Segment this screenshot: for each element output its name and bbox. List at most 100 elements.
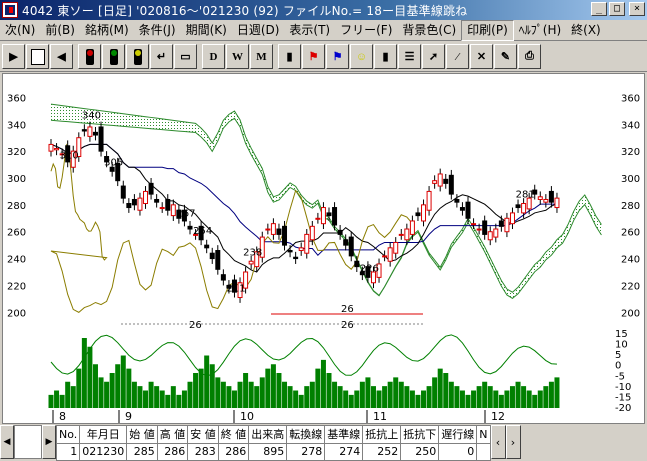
grid-cell-6: 895 bbox=[248, 442, 288, 461]
price-tick-right: 340 bbox=[621, 120, 640, 131]
candle-body bbox=[415, 212, 421, 217]
smiley-icon[interactable]: ☺ bbox=[350, 44, 373, 69]
scroll-icon[interactable]: ▭ bbox=[174, 44, 197, 69]
volume-bar bbox=[226, 386, 232, 408]
signal-yellow-icon[interactable] bbox=[126, 44, 149, 69]
menu-item-10[interactable]: ﾍﾙﾌﾟ(H) bbox=[514, 21, 566, 40]
blue-flag-icon[interactable]: ⚑ bbox=[326, 44, 349, 69]
menu-item-0[interactable]: 次(N) bbox=[0, 21, 40, 40]
grid-cell-7: 278 bbox=[286, 442, 326, 461]
menu-item-7[interactable]: フリー(F) bbox=[335, 21, 397, 40]
candle-body bbox=[443, 178, 449, 184]
trend-arrow-icon[interactable]: ➚ bbox=[422, 44, 445, 69]
candle-body bbox=[387, 247, 393, 262]
candle-body bbox=[98, 126, 104, 152]
volume-tick: 10 bbox=[615, 340, 628, 351]
candle-body bbox=[270, 223, 276, 235]
span-label: 26 bbox=[341, 304, 354, 315]
candle-body bbox=[92, 131, 98, 136]
volume-bar bbox=[487, 386, 493, 408]
menu-item-1[interactable]: 前(B) bbox=[40, 21, 80, 40]
price-tick-left: 200 bbox=[7, 308, 26, 319]
volume-bar bbox=[476, 386, 482, 408]
candle-body bbox=[459, 207, 465, 211]
play-icon[interactable]: ▶ bbox=[2, 44, 25, 69]
close-button[interactable]: × bbox=[629, 2, 645, 16]
candle-icon[interactable]: ▮ bbox=[374, 44, 397, 69]
volume-bar bbox=[270, 364, 276, 408]
chart-area[interactable]: 360 360 340 340 320 320 300 300 280 280 260 260 240 2… bbox=[2, 73, 645, 424]
blank-page-icon[interactable] bbox=[26, 44, 49, 69]
price-annotation: 226 bbox=[360, 263, 379, 274]
app-icon[interactable] bbox=[2, 2, 18, 18]
candle-body bbox=[87, 126, 93, 137]
signal-red-icon[interactable] bbox=[78, 44, 101, 69]
volume-bar bbox=[298, 394, 304, 408]
window-title: 4042 東ソー [日足] '020816～'021230 (92) ファイルN… bbox=[22, 3, 468, 18]
candle-body bbox=[487, 231, 493, 241]
nav-next-button[interactable]: ▶ bbox=[42, 425, 56, 459]
maximize-button[interactable]: □ bbox=[609, 2, 625, 16]
volume-bar bbox=[248, 381, 254, 408]
left-arrow-icon[interactable]: ◀ bbox=[50, 44, 73, 69]
menu-item-11[interactable]: 終(X) bbox=[566, 21, 606, 40]
grid-cell-5: 286 bbox=[217, 442, 250, 461]
volume-bar bbox=[115, 364, 121, 408]
volume-bar bbox=[382, 386, 388, 408]
volume-bar bbox=[137, 386, 143, 408]
volume-bar bbox=[193, 373, 199, 408]
volume-bar bbox=[109, 373, 115, 408]
month-label: 8 bbox=[59, 410, 66, 423]
signal-green-icon[interactable] bbox=[102, 44, 125, 69]
candle-body bbox=[131, 198, 137, 206]
red-flag-icon[interactable]: ⚑ bbox=[302, 44, 325, 69]
month-button[interactable]: M bbox=[250, 44, 273, 69]
menu-item-3[interactable]: 条件(J) bbox=[134, 21, 181, 40]
candle-body bbox=[504, 217, 510, 233]
volume-bar bbox=[459, 390, 465, 408]
nav-prev-button[interactable]: ◀ bbox=[0, 425, 14, 459]
price-tick-left: 360 bbox=[7, 93, 26, 104]
candle-body bbox=[165, 198, 171, 211]
candle-body bbox=[293, 256, 299, 260]
grid-header-1: 年月日 bbox=[79, 425, 128, 444]
return-icon[interactable]: ↵ bbox=[150, 44, 173, 69]
menu-item-5[interactable]: 日週(D) bbox=[232, 21, 285, 40]
scroll-left-button[interactable]: ‹ bbox=[490, 425, 506, 459]
menu-item-2[interactable]: 銘柄(M) bbox=[80, 21, 134, 40]
candle-body bbox=[326, 212, 332, 217]
volume-bar bbox=[176, 394, 182, 408]
candle-body bbox=[437, 173, 443, 187]
volume-bar bbox=[465, 394, 471, 408]
menu-item-4[interactable]: 期間(K) bbox=[181, 21, 232, 40]
minimize-button[interactable]: _ bbox=[591, 2, 607, 16]
bar-chart-icon[interactable]: ▮ bbox=[278, 44, 301, 69]
week-button[interactable]: W bbox=[226, 44, 249, 69]
clear-icon[interactable]: ✕ bbox=[470, 44, 493, 69]
volume-bar bbox=[87, 346, 93, 408]
printer-icon[interactable]: ⎙ bbox=[518, 44, 541, 69]
ichimoku-chart: 360 360340 340320 320300 300280 280260 260240 2… bbox=[7, 93, 640, 423]
volume-bar bbox=[532, 394, 538, 408]
cut-line-icon[interactable]: ⁄ bbox=[446, 44, 469, 69]
menu-item-9[interactable]: 印刷(P) bbox=[461, 19, 514, 41]
candle-body bbox=[137, 197, 143, 211]
volume-bar bbox=[65, 381, 71, 408]
volume-bar bbox=[120, 355, 126, 408]
volume-bar bbox=[209, 364, 215, 408]
volume-bar bbox=[70, 386, 76, 408]
menu-item-6[interactable]: 表示(T) bbox=[284, 21, 335, 40]
volume-bar bbox=[165, 394, 171, 408]
nav-field[interactable] bbox=[14, 425, 42, 459]
lines-icon[interactable]: ☰ bbox=[398, 44, 421, 69]
menu-item-8[interactable]: 背景色(C) bbox=[397, 21, 461, 40]
grid-header-12: N bbox=[476, 425, 491, 444]
grid-cell-0: 1 bbox=[55, 442, 81, 461]
candle-body bbox=[309, 225, 315, 241]
scroll-right-button[interactable]: › bbox=[505, 425, 521, 459]
grid-header-10: 抵抗下 bbox=[400, 425, 440, 444]
volume-bar bbox=[448, 381, 454, 408]
day-button[interactable]: D bbox=[202, 44, 225, 69]
grid-header-4: 安 値 bbox=[187, 425, 219, 444]
pen-icon[interactable]: ✎ bbox=[494, 44, 517, 69]
